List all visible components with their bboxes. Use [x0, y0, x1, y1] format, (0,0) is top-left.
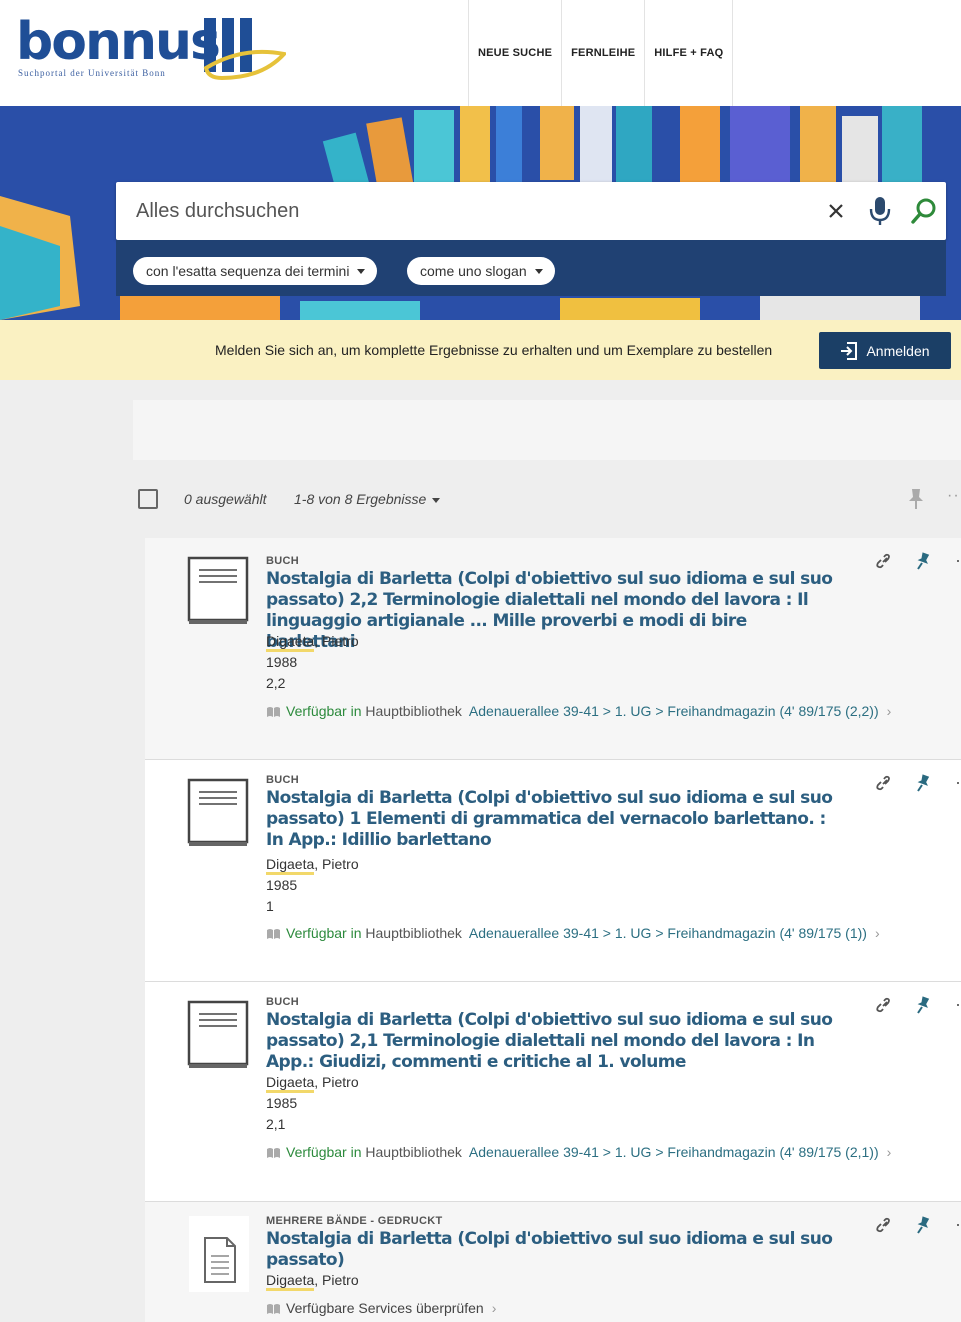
availability-library: Hauptbibliothek [365, 703, 462, 719]
more-actions-icon[interactable]: · [955, 994, 961, 1015]
author-last-name: Digaeta [266, 633, 315, 652]
result-author[interactable]: Digaeta, Pietro [266, 1272, 359, 1291]
pin-icon[interactable] [907, 488, 925, 510]
more-actions-icon[interactable]: · [955, 550, 961, 571]
nav-neue-suche[interactable]: NEUE SUCHE [468, 0, 561, 106]
result-title[interactable]: Nostalgia di Barletta (Colpi d'obiettivo… [266, 1229, 836, 1271]
logo-text: bonnus [16, 12, 221, 72]
services-link[interactable]: Verfügbare Services überprüfen › [266, 1298, 916, 1319]
login-message: Melden Sie sich an, um komplette Ergebni… [215, 342, 773, 358]
chevron-right-icon: › [886, 1144, 892, 1160]
search-mode-dropdown[interactable]: con l'esatta sequenza dei termini [133, 257, 378, 285]
search-icon[interactable] [902, 189, 946, 233]
result-item[interactable]: BUCH Nostalgia di Barletta (Colpi d'obie… [145, 538, 961, 760]
results-toolbar: 0 ausgewählt 1-8 von 8 Ergebnisse ··· [133, 478, 961, 520]
result-type: BUCH [266, 774, 299, 786]
permalink-icon[interactable] [875, 774, 893, 792]
results-range-dropdown[interactable]: 1-8 von 8 Ergebnisse [294, 491, 440, 507]
author-last-name: Digaeta [266, 1074, 315, 1093]
login-notice: Melden Sie sich an, um komplette Ergebni… [0, 320, 961, 380]
permalink-icon[interactable] [875, 996, 893, 1014]
pin-icon[interactable] [915, 774, 931, 792]
microphone-icon[interactable] [858, 189, 902, 233]
clear-icon[interactable] [814, 189, 858, 233]
document-icon [204, 1237, 236, 1283]
search-input[interactable]: Alles durchsuchen [136, 200, 299, 223]
result-author[interactable]: Digaeta, Pietro [266, 1074, 359, 1093]
author-last-name: Digaeta [266, 1272, 315, 1291]
result-type: BUCH [266, 555, 299, 567]
book-icon [187, 556, 249, 624]
result-title[interactable]: Nostalgia di Barletta (Colpi d'obiettivo… [266, 788, 836, 851]
result-item[interactable]: BUCH Nostalgia di Barletta (Colpi d'obie… [145, 982, 961, 1202]
top-navigation: NEUE SUCHE FERNLEIHE HILFE + FAQ [468, 0, 734, 106]
pin-icon[interactable] [915, 996, 931, 1014]
availability-status: Verfügbar in [286, 703, 362, 719]
book-icon [187, 1000, 249, 1068]
result-item[interactable]: MEHRERE BÄNDE - GEDRUCKT Nostalgia di Ba… [145, 1202, 961, 1322]
pin-icon[interactable] [915, 1216, 931, 1234]
pin-icon[interactable] [915, 552, 931, 570]
login-button-label: Anmelden [866, 342, 930, 359]
availability-location: Adenauerallee 39-41 > 1. UG > Freihandma… [468, 1144, 879, 1160]
search-scope-dropdown[interactable]: come uno slogan [407, 257, 555, 285]
nav-fernleihe[interactable]: FERNLEIHE [561, 0, 644, 106]
library-book-icon [267, 707, 280, 718]
search-box: Alles durchsuchen [116, 182, 946, 240]
logo-subtitle: Suchportal der Universität Bonn [18, 68, 166, 78]
availability-library: Hauptbibliothek [365, 1144, 462, 1160]
library-book-icon [267, 1148, 280, 1159]
library-book-icon [267, 929, 280, 940]
permalink-icon[interactable] [875, 1216, 893, 1234]
availability-location: Adenauerallee 39-41 > 1. UG > Freihandma… [468, 703, 879, 719]
author-first-name: , Pietro [314, 633, 359, 649]
chevron-right-icon: › [874, 925, 880, 941]
result-type: BUCH [266, 996, 299, 1008]
logo-mark-icon [203, 18, 286, 81]
result-volume: 2,2 [266, 675, 286, 691]
book-icon [187, 778, 249, 846]
result-volume: 1 [266, 898, 274, 914]
availability-status: Verfügbar in [286, 1144, 362, 1160]
availability-link[interactable]: Verfügbar in Hauptbibliothek Adenauerall… [266, 923, 916, 944]
chevron-right-icon: › [886, 703, 892, 719]
nav-hilfe-faq[interactable]: HILFE + FAQ [644, 0, 734, 106]
availability-link[interactable]: Verfügbar in Hauptbibliothek Adenauerall… [266, 701, 916, 722]
availability-link[interactable]: Verfügbar in Hauptbibliothek Adenauerall… [266, 1142, 916, 1163]
result-type: MEHRERE BÄNDE - GEDRUCKT [266, 1215, 443, 1227]
author-first-name: , Pietro [314, 856, 359, 872]
more-options-icon[interactable]: ··· [947, 487, 961, 505]
more-actions-icon[interactable]: · [955, 1214, 961, 1235]
library-book-icon [267, 1304, 280, 1315]
result-year: 1985 [266, 877, 298, 893]
availability-library: Hauptbibliothek [365, 925, 462, 941]
author-last-name: Digaeta [266, 856, 315, 875]
login-button[interactable]: Anmelden [819, 332, 951, 369]
search-options-bar: con l'esatta sequenza dei termini come u… [116, 240, 946, 296]
bonnus-logo[interactable]: bonnus Suchportal der Universität Bonn [16, 10, 286, 90]
result-year: 1985 [266, 1095, 298, 1111]
header: bonnus Suchportal der Universität Bonn N… [0, 0, 961, 106]
result-volume: 2,1 [266, 1116, 286, 1132]
availability-location: Adenauerallee 39-41 > 1. UG > Freihandma… [468, 925, 867, 941]
result-author[interactable]: Digaeta, Pietro [266, 856, 359, 875]
sign-in-icon [841, 341, 858, 360]
select-all-checkbox[interactable] [138, 489, 158, 509]
more-actions-icon[interactable]: · [955, 772, 961, 793]
selected-count: 0 ausgewählt [184, 491, 267, 507]
availability-status: Verfügbar in [286, 925, 362, 941]
services-label: Verfügbare Services überprüfen [286, 1300, 484, 1316]
result-item[interactable]: BUCH Nostalgia di Barletta (Colpi d'obie… [145, 760, 961, 982]
chevron-right-icon: › [491, 1300, 497, 1316]
result-title[interactable]: Nostalgia di Barletta (Colpi d'obiettivo… [266, 1010, 836, 1073]
author-first-name: , Pietro [314, 1272, 359, 1288]
author-first-name: , Pietro [314, 1074, 359, 1090]
result-author[interactable]: Digaeta, Pietro [266, 633, 359, 652]
facet-strip [133, 400, 961, 460]
permalink-icon[interactable] [875, 552, 893, 570]
result-year: 1988 [266, 654, 298, 670]
multi-volume-thumbnail [189, 1216, 249, 1292]
